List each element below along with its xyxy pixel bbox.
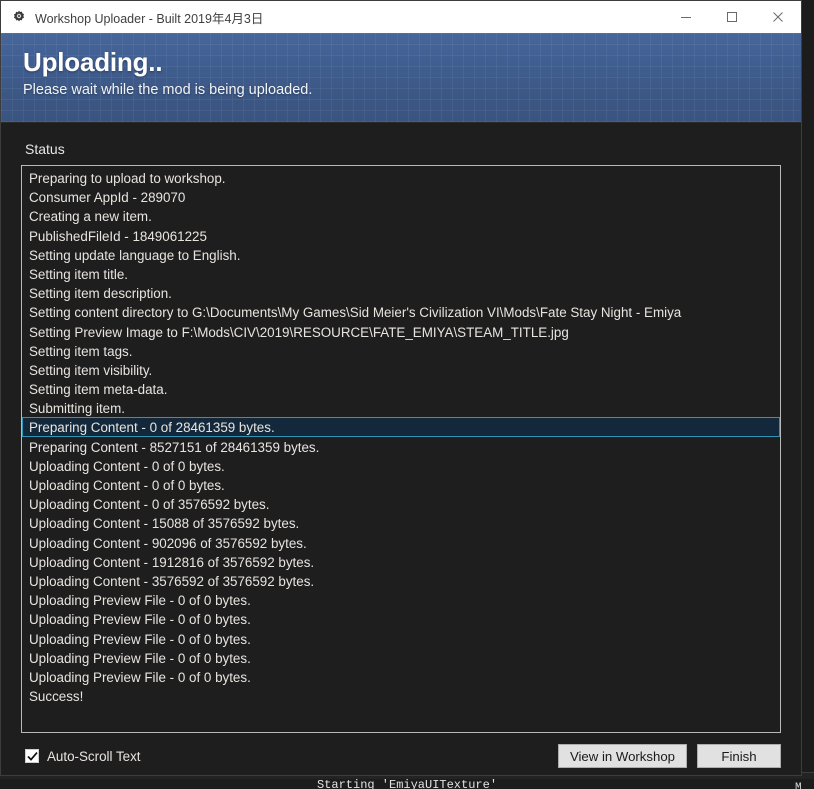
header-title: Uploading..	[23, 47, 163, 77]
status-list-item[interactable]: Uploading Preview File - 0 of 0 bytes.	[22, 590, 780, 609]
dialog-footer: Auto-Scroll Text View in Workshop Finish	[1, 733, 801, 775]
minimize-button[interactable]	[663, 1, 709, 33]
status-list-item[interactable]: Preparing Content - 0 of 28461359 bytes.	[22, 417, 780, 437]
status-list-item[interactable]: Setting Preview Image to F:\Mods\CIV\201…	[22, 322, 780, 341]
status-list[interactable]: Preparing to upload to workshop. Consumer…	[21, 165, 781, 733]
auto-scroll-label: Auto-Scroll Text	[47, 748, 141, 764]
status-list-item[interactable]: Setting content directory to G:\Document…	[22, 302, 780, 321]
header-subtitle: Please wait while the mod is being uploa…	[23, 82, 313, 98]
close-icon	[773, 12, 783, 22]
status-label: Status	[25, 141, 65, 157]
gear-icon	[13, 10, 25, 22]
status-list-item[interactable]: Preparing to upload to workshop.	[22, 168, 780, 187]
header-banner: Uploading.. Please wait while the mod is…	[1, 33, 801, 123]
status-list-item[interactable]: Setting item tags.	[22, 341, 780, 360]
minimize-icon	[681, 17, 691, 18]
status-list-item[interactable]: Uploading Preview File - 0 of 0 bytes.	[22, 648, 780, 667]
status-list-item[interactable]: Setting item description.	[22, 283, 780, 302]
maximize-icon	[727, 12, 737, 22]
workshop-uploader-dialog: Workshop Uploader - Built 2019年4月3日 Uplo…	[0, 0, 802, 776]
title-bar[interactable]: Workshop Uploader - Built 2019年4月3日	[1, 1, 801, 33]
status-list-item[interactable]: Setting item title.	[22, 264, 780, 283]
footer-buttons: View in Workshop Finish	[557, 744, 781, 768]
status-list-item[interactable]: Success!	[22, 686, 780, 705]
status-list-item[interactable]: Setting update language to English.	[22, 245, 780, 264]
background-console-line: Starting 'EmiyaUITexture'	[316, 779, 498, 789]
window-controls	[663, 1, 801, 33]
checkmark-icon	[26, 751, 38, 761]
checkbox-box[interactable]	[25, 749, 39, 763]
status-list-item[interactable]: Uploading Content - 0 of 0 bytes.	[22, 475, 780, 494]
status-list-item[interactable]: Preparing Content - 8527151 of 28461359 …	[22, 437, 780, 456]
status-list-item[interactable]: Uploading Content - 0 of 0 bytes.	[22, 456, 780, 475]
window-title: Workshop Uploader - Built 2019年4月3日	[35, 11, 264, 26]
status-list-item[interactable]: Creating a new item.	[22, 206, 780, 225]
status-list-item[interactable]: Consumer AppId - 289070	[22, 187, 780, 206]
maximize-button[interactable]	[709, 1, 755, 33]
status-list-item[interactable]: Uploading Content - 0 of 3576592 bytes.	[22, 494, 780, 513]
dialog-body: Status Preparing to upload to workshop. C…	[1, 123, 801, 733]
close-button[interactable]	[755, 1, 801, 33]
status-list-item[interactable]: PublishedFileId - 1849061225	[22, 226, 780, 245]
status-list-item[interactable]: Uploading Content - 902096 of 3576592 by…	[22, 533, 780, 552]
status-list-item[interactable]: Setting item meta-data.	[22, 379, 780, 398]
view-in-workshop-button[interactable]: View in Workshop	[557, 744, 687, 768]
auto-scroll-checkbox[interactable]: Auto-Scroll Text	[25, 749, 141, 764]
status-list-item[interactable]: Submitting item.	[22, 398, 780, 417]
status-list-item[interactable]: Uploading Content - 1912816 of 3576592 b…	[22, 552, 780, 571]
finish-button[interactable]: Finish	[697, 744, 781, 768]
status-list-item[interactable]: Uploading Content - 3576592 of 3576592 b…	[22, 571, 780, 590]
status-list-item[interactable]: Uploading Content - 15088 of 3576592 byt…	[22, 513, 780, 532]
status-list-item[interactable]: Uploading Preview File - 0 of 0 bytes.	[22, 609, 780, 628]
status-list-item[interactable]: Setting item visibility.	[22, 360, 780, 379]
status-list-item[interactable]: Uploading Preview File - 0 of 0 bytes.	[22, 629, 780, 648]
status-list-item[interactable]: Uploading Preview File - 0 of 0 bytes.	[22, 667, 780, 686]
